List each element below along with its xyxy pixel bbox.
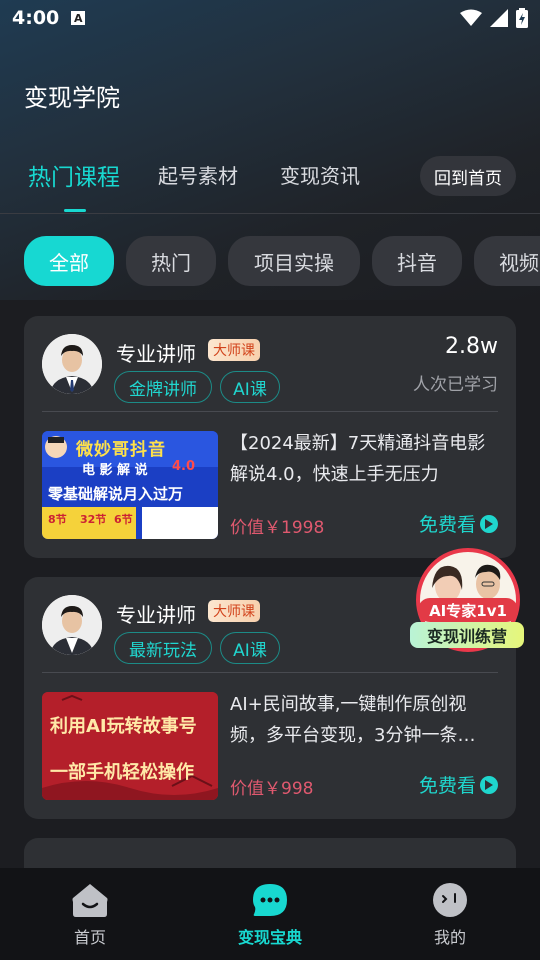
course-thumbnail[interactable]: 利用AI玩转故事号 一部手机轻松操作 xyxy=(42,692,218,800)
chat-bubble-icon xyxy=(253,884,287,916)
watch-free-label: 免费看 xyxy=(418,514,476,536)
learner-count: 2.8w xyxy=(445,334,498,359)
teacher-name: 专业讲师 xyxy=(116,603,196,627)
watch-free-label: 免费看 xyxy=(418,775,476,797)
accessibility-notification-icon: A xyxy=(71,11,86,25)
teacher-avatar xyxy=(42,334,102,394)
course-title[interactable]: 【2024最新】7天精通抖音电影解说4.0，快速上手无压力 xyxy=(230,428,498,490)
thumbnail-stat: 32节 xyxy=(80,513,107,526)
watch-free-button[interactable]: 免费看 xyxy=(419,771,498,798)
thumbnail-version: 4.0 xyxy=(172,459,196,474)
chip-projects[interactable]: 项目实操 xyxy=(228,236,360,286)
course-thumbnail[interactable]: 微妙哥抖音 电 影 解 说 4.0 零基础解说月入过万 8节 32节 6节 xyxy=(42,431,218,539)
thumbnail-headline: 利用AI玩转故事号 xyxy=(50,716,197,737)
home-icon xyxy=(72,884,108,917)
page-title: 变现学院 xyxy=(24,84,120,112)
course-tag: AI课 xyxy=(220,632,280,664)
chip-douyin[interactable]: 抖音 xyxy=(372,236,462,286)
promo-line2: 变现训练营 xyxy=(410,622,524,648)
thumbnail-subtitle: 电 影 解 说 xyxy=(82,463,148,478)
thumbnail-slogan: 零基础解说月入过万 xyxy=(48,485,184,503)
status-time: 4:00 xyxy=(12,7,60,29)
tab-monetization-news[interactable]: 变现资讯 xyxy=(280,160,360,189)
course-tag: 金牌讲师 xyxy=(114,371,212,403)
course-price: 价值￥1998 xyxy=(230,518,325,538)
chip-all[interactable]: 全部 xyxy=(24,236,114,286)
course-tag: 最新玩法 xyxy=(114,632,212,664)
learner-count-label: 人次已学习 xyxy=(413,375,498,395)
play-icon xyxy=(480,514,498,533)
filter-chips: 全部 热门 项目实操 抖音 视频 xyxy=(0,236,540,286)
master-class-badge: 大师课 xyxy=(208,339,260,361)
card-divider xyxy=(42,411,498,412)
thumbnail-subtitle: 一部手机轻松操作 xyxy=(50,762,194,783)
nav-profile[interactable]: 我的 xyxy=(390,882,510,948)
course-card[interactable]: 专业讲师 大师课 金牌讲师 AI课 2.8w 人次已学习 微妙哥抖音 电 影 解… xyxy=(24,316,516,558)
cell-signal-icon xyxy=(490,9,508,27)
thumbnail-stat: 8节 xyxy=(48,513,67,526)
nav-home-label: 首页 xyxy=(73,928,106,947)
battery-icon xyxy=(516,8,528,28)
course-title[interactable]: AI+民间故事,一键制作原创视频，多平台变现，3分钟一条… xyxy=(230,689,498,751)
bottom-navigation: 首页 变现宝典 我的 xyxy=(0,868,540,960)
chip-video[interactable]: 视频 xyxy=(474,236,540,286)
back-to-home-button[interactable]: 回到首页 xyxy=(420,156,516,196)
category-tabs: 热门课程 起号素材 变现资讯 回到首页 xyxy=(0,150,540,214)
teacher-avatar xyxy=(42,595,102,655)
course-tag: AI课 xyxy=(220,371,280,403)
teacher-name: 专业讲师 xyxy=(116,342,196,366)
active-tab-indicator xyxy=(64,209,86,212)
course-price: 价值￥998 xyxy=(230,779,314,799)
tab-hot-courses[interactable]: 热门课程 xyxy=(28,158,120,192)
profile-face-icon xyxy=(433,883,467,917)
promo-line1: AI专家1v1 xyxy=(418,598,518,622)
card-divider xyxy=(42,672,498,673)
status-bar: 4:00 A xyxy=(0,0,540,36)
wifi-icon xyxy=(460,9,482,26)
play-icon xyxy=(480,775,498,794)
nav-profile-label: 我的 xyxy=(433,928,466,947)
thumbnail-headline: 微妙哥抖音 xyxy=(76,440,166,460)
nav-monetization-guide[interactable]: 变现宝典 xyxy=(210,882,330,948)
master-class-badge: 大师课 xyxy=(208,600,260,622)
nav-home[interactable]: 首页 xyxy=(30,882,150,948)
chip-hot[interactable]: 热门 xyxy=(126,236,216,286)
tab-account-materials[interactable]: 起号素材 xyxy=(158,160,238,189)
nav-monetization-guide-label: 变现宝典 xyxy=(237,928,302,947)
promo-floating-badge[interactable]: AI专家1v1 变现训练营 xyxy=(408,548,528,660)
watch-free-button[interactable]: 免费看 xyxy=(419,510,498,537)
thumbnail-stat: 6节 xyxy=(114,513,133,526)
